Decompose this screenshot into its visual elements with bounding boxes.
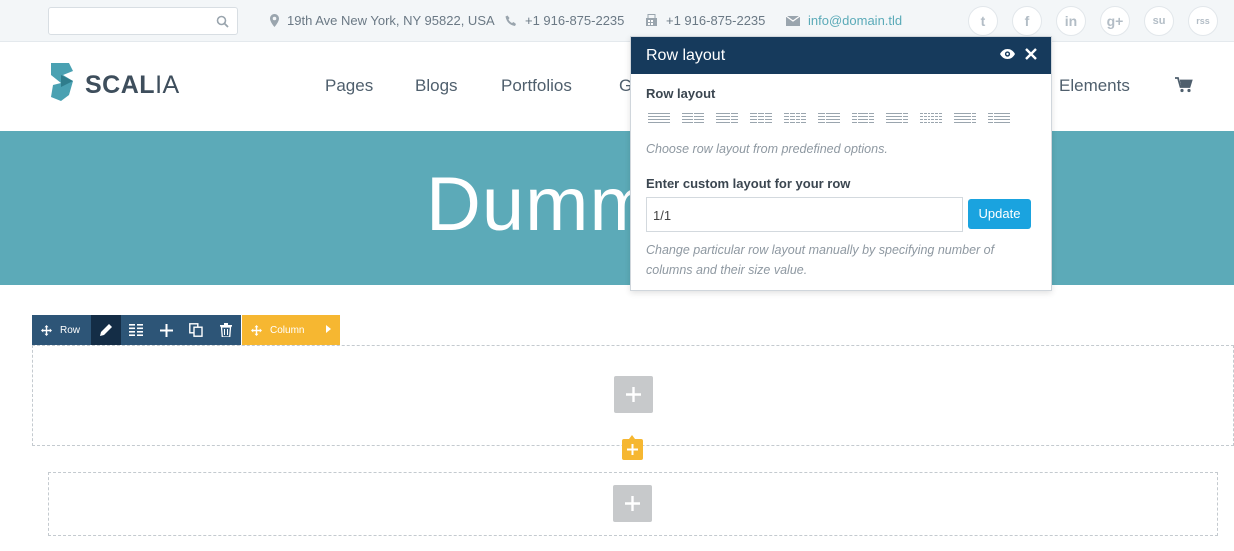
copy-icon <box>189 323 203 337</box>
layout-option[interactable] <box>886 113 908 124</box>
logo[interactable]: SCALIA <box>47 63 180 107</box>
row-label: Row <box>60 324 81 336</box>
nav-elements[interactable]: Elements <box>1059 76 1130 96</box>
phone-icon <box>505 15 516 26</box>
phone-item: +1 916-875-2235 <box>505 13 624 28</box>
logo-mark-icon <box>51 63 73 101</box>
stumbleupon-icon[interactable]: su <box>1144 6 1174 36</box>
clone-row-button[interactable] <box>181 315 211 345</box>
layout-option[interactable] <box>920 113 942 124</box>
layout-option[interactable] <box>750 113 773 124</box>
envelope-icon <box>786 15 800 26</box>
email-link[interactable]: info@domain.tld <box>808 13 902 28</box>
map-marker-icon <box>270 14 279 27</box>
layout-option[interactable] <box>852 113 874 124</box>
page-title: Dumm <box>426 162 654 247</box>
close-icon[interactable] <box>1025 48 1037 60</box>
layout-icon <box>129 324 143 336</box>
custom-layout-input[interactable]: 1/1 <box>646 197 963 232</box>
search-input[interactable] <box>48 7 238 35</box>
layout-option[interactable] <box>716 113 738 124</box>
layout-option[interactable] <box>784 113 806 124</box>
custom-layout-label: Enter custom layout for your row <box>646 176 851 191</box>
add-element-button[interactable] <box>613 485 652 522</box>
row-layout-button[interactable] <box>121 315 151 345</box>
column-label: Column <box>270 324 305 336</box>
address-item: 19th Ave New York, NY 95822, USA <box>270 13 495 28</box>
address-text: 19th Ave New York, NY 95822, USA <box>287 13 495 28</box>
cart-icon[interactable] <box>1175 77 1193 93</box>
move-icon <box>41 324 52 336</box>
nav-blogs[interactable]: Blogs <box>415 76 458 96</box>
fax-text: +1 916-875-2235 <box>666 13 766 28</box>
email-item: info@domain.tld <box>786 13 902 28</box>
custom-layout-hint: Change particular row layout manually by… <box>646 243 995 277</box>
layout-option[interactable] <box>648 113 670 124</box>
plus-icon <box>627 444 638 455</box>
panel-title: Row layout <box>646 47 726 64</box>
row-move-handle[interactable]: Row <box>32 315 91 345</box>
search-icon[interactable] <box>216 15 229 28</box>
eye-icon[interactable] <box>1000 49 1015 59</box>
nav-portfolios[interactable]: Portfolios <box>501 76 572 96</box>
fax-icon <box>646 14 657 26</box>
plus-icon <box>626 387 641 402</box>
linkedin-icon[interactable]: in <box>1056 6 1086 36</box>
add-column-button[interactable] <box>151 315 181 345</box>
update-button[interactable]: Update <box>968 199 1031 229</box>
rss-icon[interactable]: rss <box>1188 6 1218 36</box>
layout-options <box>648 113 1010 124</box>
twitter-icon[interactable]: t <box>968 6 998 36</box>
panel-header: Row layout <box>631 37 1051 74</box>
pencil-icon <box>100 324 112 336</box>
add-element-button[interactable] <box>614 376 653 413</box>
layout-option[interactable] <box>682 113 704 124</box>
delete-row-button[interactable] <box>211 315 241 345</box>
facebook-icon[interactable]: f <box>1012 6 1042 36</box>
edit-row-button[interactable] <box>91 315 121 345</box>
row-layout-label: Row layout <box>646 86 716 101</box>
nav-pages[interactable]: Pages <box>325 76 373 96</box>
layout-option[interactable] <box>818 113 840 124</box>
add-row-button[interactable] <box>622 435 643 460</box>
logo-text: SCALIA <box>85 70 180 99</box>
row-layout-panel: Row layout Row layout Choose row layout … <box>630 36 1052 291</box>
layout-option[interactable] <box>954 113 976 124</box>
column-toolbar[interactable]: Column <box>242 315 340 345</box>
layout-option[interactable] <box>988 113 1010 124</box>
move-icon <box>251 324 262 336</box>
phone-text: +1 916-875-2235 <box>525 13 625 28</box>
row-toolbar: Row Column <box>32 315 340 345</box>
trash-icon <box>220 323 232 337</box>
plus-icon <box>159 323 173 337</box>
google-plus-icon[interactable]: g+ <box>1100 6 1130 36</box>
fax-item: +1 916-875-2235 <box>645 13 765 28</box>
plus-icon <box>625 496 640 511</box>
caret-right-icon[interactable] <box>326 325 331 333</box>
layout-hint: Choose row layout from predefined option… <box>646 142 888 156</box>
